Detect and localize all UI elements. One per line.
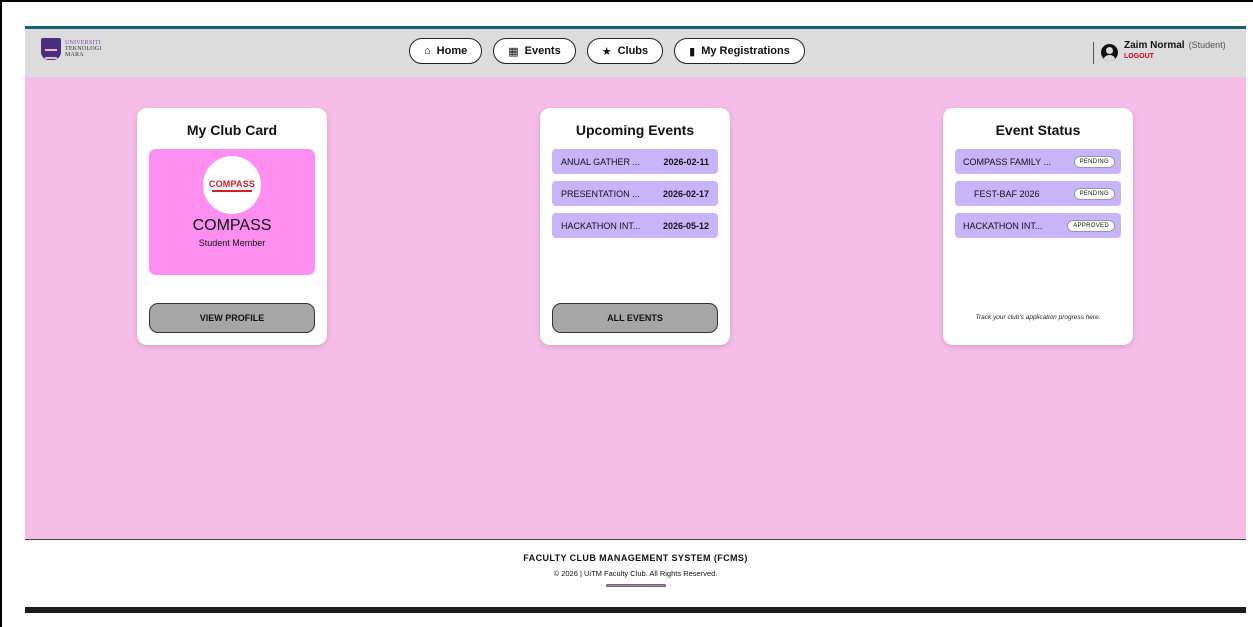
nav-home-label: Home	[436, 45, 468, 57]
upcoming-events-card: Upcoming Events ANUAL GATHER ... 2026-02…	[540, 108, 730, 345]
main-nav: ⌂ Home ▦ Events ★ Clubs ▮ My Registratio…	[409, 38, 805, 64]
user-name: Zaim Normal	[1124, 40, 1185, 51]
status-list-item[interactable]: FEST-BAF 2026 PENDING	[955, 181, 1121, 206]
footer-divider	[605, 584, 666, 587]
club-name: COMPASS	[192, 217, 272, 234]
top-navbar: UNIVERSITI TEKNOLOGI MARA ⌂ Home ▦ Event…	[25, 26, 1246, 77]
upcoming-events-title: Upcoming Events	[575, 122, 695, 138]
status-badge: PENDING	[1073, 187, 1115, 200]
nav-registrations-label: My Registrations	[701, 45, 790, 57]
logo-line-3: MARA	[65, 52, 84, 58]
nav-home-button[interactable]: ⌂ Home	[409, 38, 483, 64]
app-root: UNIVERSITI TEKNOLOGI MARA ⌂ Home ▦ Event…	[25, 26, 1246, 614]
nav-events-button[interactable]: ▦ Events	[493, 38, 576, 64]
club-card: My Club Card COMPASS COMPASS Student Mem…	[137, 108, 327, 345]
status-event-name: COMPASS FAMILY ...	[963, 156, 1052, 167]
nav-registrations-button[interactable]: ▮ My Registrations	[674, 38, 805, 64]
all-events-button[interactable]: ALL EVENTS	[552, 303, 718, 333]
status-list-item[interactable]: HACKATHON INT... APPROVED	[955, 213, 1121, 238]
event-date: 2026-02-11	[663, 156, 709, 167]
status-badge: APPROVED	[1067, 219, 1115, 232]
nav-clubs-label: Clubs	[617, 45, 649, 57]
event-status-card: Event Status COMPASS FAMILY ... PENDING …	[943, 108, 1133, 345]
user-menu: Zaim Normal (Student) LOGOUT	[1101, 40, 1226, 61]
upcoming-events-list: ANUAL GATHER ... 2026-02-11 PRESENTATION…	[552, 149, 718, 245]
status-help-text: Track your club's application progress h…	[975, 314, 1101, 321]
status-event-name: HACKATHON INT...	[963, 220, 1043, 231]
dashboard-main: My Club Card COMPASS COMPASS Student Mem…	[25, 77, 1246, 539]
event-date: 2026-05-12	[662, 220, 709, 231]
user-avatar-icon[interactable]	[1101, 44, 1118, 61]
view-profile-button[interactable]: VIEW PROFILE	[149, 303, 315, 333]
calendar-icon: ▦	[508, 45, 519, 58]
logo-wordmark: UNIVERSITI TEKNOLOGI MARA	[65, 40, 101, 58]
status-list-item[interactable]: COMPASS FAMILY ... PENDING	[955, 149, 1121, 174]
club-card-title: My Club Card	[186, 122, 278, 138]
page-footer: FACULTY CLUB MANAGEMENT SYSTEM (FCMS) © …	[25, 539, 1246, 607]
event-name: HACKATHON INT...	[561, 220, 641, 231]
footer-title: FACULTY CLUB MANAGEMENT SYSTEM (FCMS)	[523, 553, 748, 563]
status-event-name: FEST-BAF 2026	[974, 188, 1040, 199]
bookmark-icon: ▮	[689, 45, 696, 58]
user-info: Zaim Normal (Student) LOGOUT	[1124, 40, 1226, 61]
club-logo: COMPASS	[203, 156, 261, 214]
nav-clubs-button[interactable]: ★ Clubs	[586, 38, 664, 64]
user-name-line: Zaim Normal (Student)	[1124, 40, 1226, 51]
star-icon: ★	[601, 45, 612, 58]
event-status-list: COMPASS FAMILY ... PENDING FEST-BAF 2026…	[955, 149, 1121, 245]
event-status-title: Event Status	[995, 122, 1081, 138]
event-list-item[interactable]: PRESENTATION ... 2026-02-17	[552, 181, 718, 206]
event-list-item[interactable]: HACKATHON INT... 2026-05-12	[552, 213, 718, 238]
footer-copyright: © 2026 | UiTM Faculty Club. All Rights R…	[553, 569, 718, 578]
home-icon: ⌂	[424, 45, 431, 57]
logout-link[interactable]: LOGOUT	[1124, 53, 1226, 60]
uitm-crest-icon	[41, 38, 61, 60]
club-card-panel: COMPASS COMPASS Student Member	[149, 149, 315, 275]
club-logo-text: COMPASS	[208, 178, 256, 189]
window-frame-left	[0, 0, 2, 627]
user-divider	[1093, 42, 1094, 64]
event-name: ANUAL GATHER ...	[561, 156, 641, 167]
event-name: PRESENTATION ...	[561, 188, 640, 199]
window-frame-top	[0, 0, 1253, 2]
event-date: 2026-02-17	[662, 188, 709, 199]
bottom-edge-bar	[25, 607, 1246, 613]
event-list-item[interactable]: ANUAL GATHER ... 2026-02-11	[552, 149, 718, 174]
status-badge: PENDING	[1073, 155, 1115, 168]
club-logo-underline	[212, 189, 252, 192]
uitm-logo[interactable]: UNIVERSITI TEKNOLOGI MARA	[41, 38, 101, 60]
user-role: (Student)	[1188, 40, 1226, 50]
member-role: Student Member	[198, 238, 266, 248]
nav-events-label: Events	[524, 45, 561, 57]
